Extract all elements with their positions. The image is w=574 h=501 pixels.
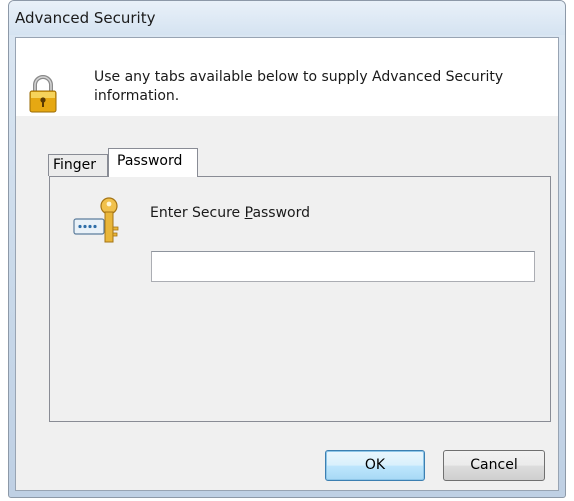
instruction-text: Use any tabs available below to supply A… — [94, 69, 504, 104]
padlock-icon — [29, 75, 57, 113]
title-bar[interactable]: Advanced Security — [9, 1, 565, 35]
cancel-button[interactable]: Cancel — [443, 450, 545, 481]
key-icon — [73, 197, 119, 243]
dialog-body: Use any tabs available below to supply A… — [15, 37, 559, 491]
tab-password[interactable]: Password — [108, 148, 198, 177]
header-panel: Use any tabs available below to supply A… — [16, 38, 558, 116]
tab-finger-label: Finger — [53, 157, 97, 173]
password-tab-panel: Enter Secure Password — [49, 176, 551, 422]
tab-password-label: Password — [117, 153, 183, 169]
tab-finger[interactable]: Finger — [48, 154, 108, 176]
window-title: Advanced Security — [15, 9, 156, 27]
password-input[interactable] — [151, 251, 535, 282]
dialog-window: Advanced Security Use any tabs available… — [8, 0, 566, 498]
password-label: Enter Secure Password — [150, 205, 311, 221]
ok-button[interactable]: OK — [325, 450, 425, 481]
